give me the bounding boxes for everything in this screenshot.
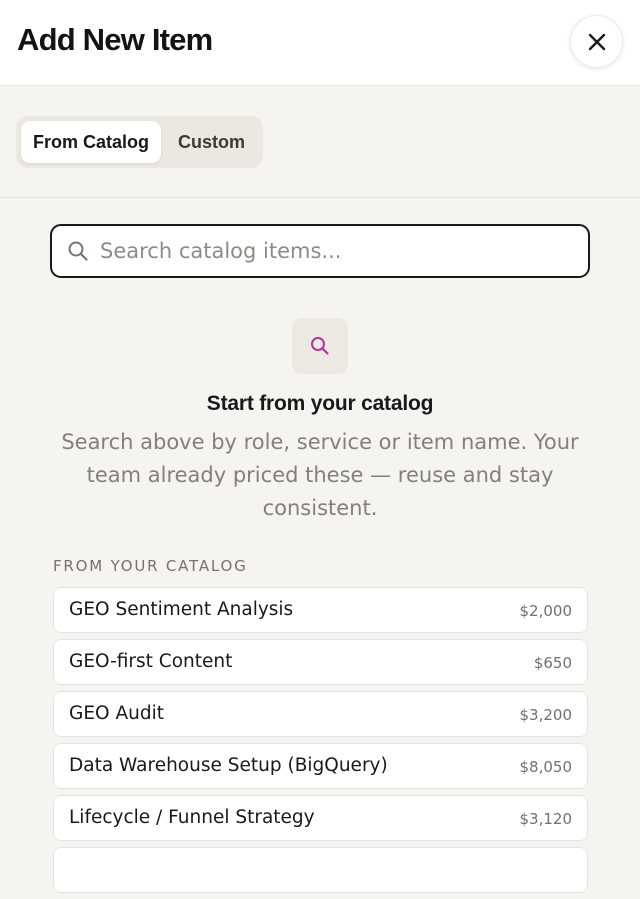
tab-custom[interactable]: Custom [164,121,259,163]
tabs-section: From Catalog Custom [0,87,640,198]
dialog-header: Add New Item [0,0,640,86]
catalog-item-name: GEO-first Content [69,651,233,672]
dialog-title: Add New Item [17,22,213,57]
catalog-item-name: Lifecycle / Funnel Strategy [69,807,315,828]
catalog-item[interactable] [53,847,588,893]
catalog-item[interactable]: GEO-first Content $650 [53,639,588,685]
close-icon [588,33,605,50]
search-input[interactable] [100,234,570,268]
catalog-item-name: GEO Sentiment Analysis [69,599,294,620]
catalog-item-name: Data Warehouse Setup (BigQuery) [69,755,388,776]
close-button[interactable] [570,15,623,68]
empty-state-icon-tile [292,318,348,374]
catalog-item-price: $3,200 [519,706,573,724]
catalog-item-name: GEO Audit [69,703,164,724]
empty-state-description: Search above by role, service or item na… [61,430,579,520]
catalog-item[interactable]: GEO Audit $3,200 [53,691,588,737]
empty-state-title: Start from your catalog [206,392,434,415]
catalog-item-price: $3,120 [519,810,573,828]
catalog-item-price: $8,050 [519,758,573,776]
catalog-item-price: $2,000 [519,602,573,620]
section-label: FROM YOUR CATALOG [53,557,248,575]
tab-switcher: From Catalog Custom [16,116,263,168]
catalog-item[interactable]: Data Warehouse Setup (BigQuery) $8,050 [53,743,588,789]
search-icon [311,337,329,355]
search-box [50,224,590,278]
search-icon [67,240,89,262]
tab-from-catalog[interactable]: From Catalog [21,121,161,163]
catalog-list: GEO Sentiment Analysis $2,000 GEO-first … [53,587,588,899]
catalog-item-price: $650 [533,654,572,672]
catalog-item[interactable]: GEO Sentiment Analysis $2,000 [53,587,588,633]
catalog-item[interactable]: Lifecycle / Funnel Strategy $3,120 [53,795,588,841]
